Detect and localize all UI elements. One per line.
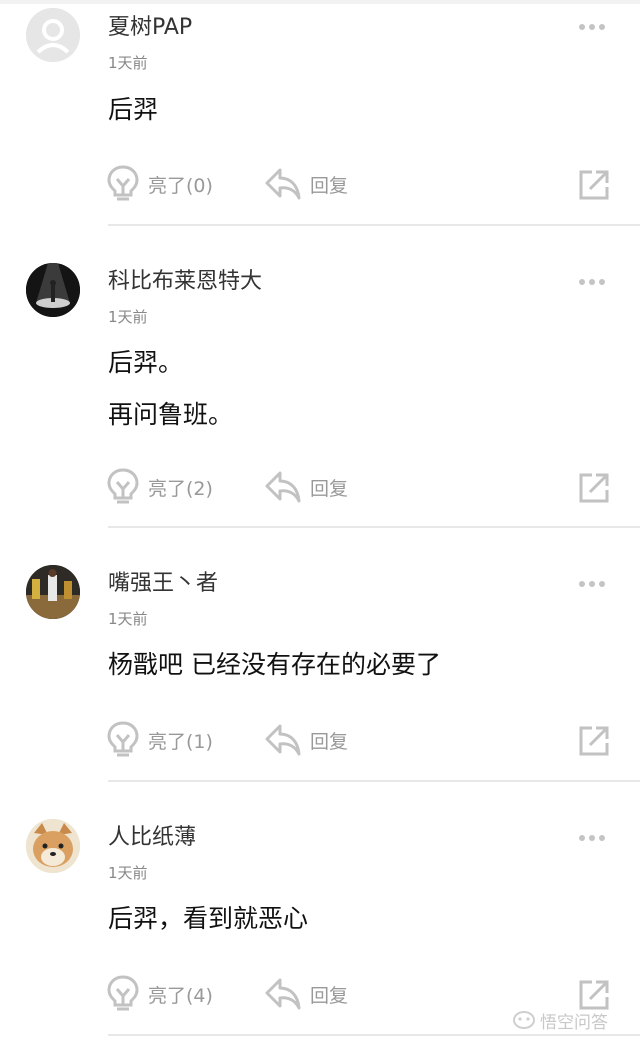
comment-author[interactable]: 人比纸薄	[108, 819, 196, 851]
comment-item: 科比布莱恩特大 1天前 后羿。 再问鲁班。 亮了(2) 回复	[0, 226, 640, 528]
lightbulb-icon	[107, 468, 139, 504]
more-dots-icon[interactable]	[578, 23, 606, 31]
watermark: 悟空问答	[512, 1006, 638, 1034]
like-button[interactable]: 亮了(0)	[106, 164, 213, 204]
comment-text: 后羿，看到就恶心	[108, 893, 308, 945]
share-icon[interactable]	[576, 470, 612, 506]
reply-label: 回复	[310, 984, 349, 1007]
spotlight-avatar-icon	[26, 263, 80, 317]
share-icon[interactable]	[576, 167, 612, 203]
like-label: 亮了(2)	[148, 477, 213, 500]
lightbulb-icon	[107, 165, 139, 201]
avatar[interactable]	[26, 263, 80, 317]
comment-item: 嘴强王丶者 1天前 杨戬吧 已经没有存在的必要了 亮了(1) 回复	[0, 528, 640, 782]
comment-author[interactable]: 夏树PAP	[108, 9, 192, 41]
avatar[interactable]	[26, 819, 80, 873]
comment-text: 后羿	[108, 84, 158, 136]
like-button[interactable]: 亮了(1)	[106, 720, 213, 760]
like-label: 亮了(1)	[148, 730, 213, 753]
reply-label: 回复	[310, 477, 349, 500]
avatar[interactable]	[26, 565, 80, 619]
comment-item: 夏树PAP 1天前 后羿 亮了(0) 回复	[0, 0, 640, 226]
comment-divider	[108, 1034, 640, 1036]
lightbulb-icon	[107, 975, 139, 1011]
comment-line: 后羿。	[108, 348, 184, 377]
avatar[interactable]	[26, 8, 80, 62]
reply-label: 回复	[310, 730, 349, 753]
reply-arrow-icon	[265, 471, 301, 503]
comment-time: 1天前	[108, 54, 148, 72]
comment-time: 1天前	[108, 864, 148, 882]
watermark-text: 悟空问答	[540, 1012, 608, 1033]
reply-button[interactable]: 回复	[264, 976, 348, 1012]
like-label: 亮了(0)	[148, 174, 213, 197]
more-dots-icon[interactable]	[578, 278, 606, 286]
reply-button[interactable]: 回复	[264, 469, 348, 505]
comment-author[interactable]: 科比布莱恩特大	[108, 263, 262, 295]
comment-text: 杨戬吧 已经没有存在的必要了	[108, 639, 441, 691]
wukong-logo-icon	[513, 1011, 535, 1029]
like-button[interactable]: 亮了(4)	[106, 974, 213, 1014]
default-avatar-icon	[26, 8, 80, 62]
share-icon[interactable]	[576, 723, 612, 759]
comment-time: 1天前	[108, 308, 148, 326]
comment-line: 后羿	[108, 95, 159, 124]
shiba-dog-avatar-icon	[26, 819, 80, 873]
comment-line: 再问鲁班。	[108, 400, 234, 429]
comment-line: 后羿，看到就恶心	[108, 904, 309, 933]
more-dots-icon[interactable]	[578, 580, 606, 588]
comment-item: 人比纸薄 1天前 后羿，看到就恶心 亮了(4) 回复	[0, 782, 640, 1039]
reply-arrow-icon	[265, 168, 301, 200]
basketball-avatar-icon	[26, 565, 80, 619]
comment-line: 杨戬吧 已经没有存在的必要了	[108, 650, 441, 679]
like-button[interactable]: 亮了(2)	[106, 467, 213, 507]
reply-button[interactable]: 回复	[264, 166, 348, 202]
comment-author[interactable]: 嘴强王丶者	[108, 565, 218, 597]
comment-text: 后羿。 再问鲁班。	[108, 337, 233, 441]
reply-arrow-icon	[265, 978, 301, 1010]
comment-time: 1天前	[108, 610, 148, 628]
reply-button[interactable]: 回复	[264, 722, 348, 758]
reply-label: 回复	[310, 174, 349, 197]
more-dots-icon[interactable]	[578, 834, 606, 842]
reply-arrow-icon	[265, 724, 301, 756]
like-label: 亮了(4)	[148, 984, 213, 1007]
lightbulb-icon	[107, 721, 139, 757]
